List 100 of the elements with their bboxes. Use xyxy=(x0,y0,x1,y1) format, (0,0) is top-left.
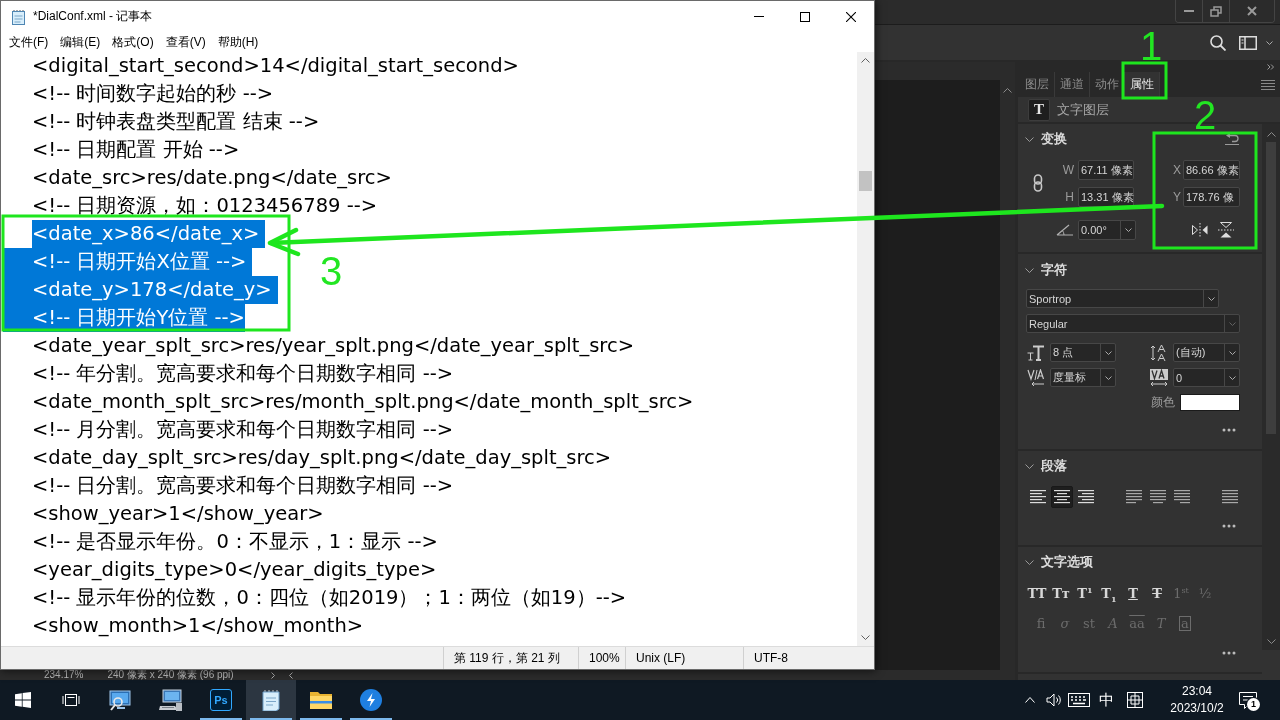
text-style-button[interactable]: T xyxy=(1121,582,1145,604)
minimize-icon xyxy=(1184,10,1194,12)
caret-down-icon xyxy=(1228,375,1236,380)
section-title: 文字选项 xyxy=(1041,553,1093,571)
code-line: <date_year_splt_src>res/year_splt.png</date_year_splt_src> xyxy=(32,333,634,359)
height-field[interactable]: 13.31 像素 xyxy=(1078,187,1134,207)
workspace-button[interactable] xyxy=(1239,35,1273,50)
chevron-up-icon xyxy=(1025,697,1035,703)
text-style-button[interactable]: Tᴛ xyxy=(1049,582,1073,604)
caret-up-icon xyxy=(861,58,870,63)
clock-time[interactable]: 23:04 xyxy=(1182,683,1212,700)
minimize-button[interactable] xyxy=(1176,0,1203,22)
more-icon xyxy=(1222,651,1236,655)
annotation-number: 3 xyxy=(320,251,343,291)
align-center-icon xyxy=(1054,490,1070,504)
color-swatch-icon[interactable] xyxy=(1180,393,1240,411)
keyboard-icon xyxy=(1068,693,1090,707)
align-justify-all-icon xyxy=(1222,490,1238,504)
align-right-icon xyxy=(1078,490,1094,504)
caret-down-icon xyxy=(1124,227,1132,232)
flip-vertical-icon xyxy=(1218,220,1234,239)
more-icon xyxy=(1222,524,1236,528)
close-icon xyxy=(1247,6,1257,16)
reset-icon xyxy=(1224,133,1240,145)
field-label: H xyxy=(1064,190,1075,204)
panel-layout-icon xyxy=(1239,35,1257,50)
search-icon xyxy=(1210,34,1226,51)
code-line: <show_month>1</show_month> xyxy=(32,613,364,639)
align-left-icon xyxy=(1030,490,1046,504)
reset-button[interactable] xyxy=(1224,133,1240,145)
panel-tab[interactable]: 属性 xyxy=(1125,72,1160,97)
code-line: <!-- 日分割。宽高要求和每个日期数字相同 --> xyxy=(32,473,454,499)
line-ending: Unix (LF) xyxy=(636,651,686,665)
link-icon xyxy=(1033,174,1043,192)
code-line: <!-- 时间数字起始的秒 --> xyxy=(32,81,274,107)
speaker-icon xyxy=(1046,693,1062,707)
width-field[interactable]: 67.11 像素 xyxy=(1078,160,1134,180)
font-style-dropdown[interactable]: Regular xyxy=(1026,314,1240,333)
section-title: 段落 xyxy=(1041,457,1067,475)
align-justify-right-icon xyxy=(1174,490,1190,504)
text-style-button[interactable]: T$_{1}$ xyxy=(1097,582,1121,604)
zoom-level: 100% xyxy=(589,651,620,665)
caret-down-icon xyxy=(1266,639,1276,644)
rotation-dropdown[interactable]: 0.00° xyxy=(1078,219,1136,240)
lightning-icon xyxy=(360,689,382,711)
clock-date[interactable]: 2023/10/2 xyxy=(1170,700,1224,717)
code-line: <!-- 日期资源，如：0123456789 --> xyxy=(32,193,378,219)
field-label: Y xyxy=(1172,190,1182,204)
caret-down-icon xyxy=(1104,375,1112,380)
folder-icon xyxy=(310,691,332,709)
code-line: <date_day_splt_src>res/day_splt.png</date_day_splt_src> xyxy=(32,445,612,471)
input-method-button[interactable]: 中 xyxy=(1092,680,1120,720)
code-line: <year_digits_type>0</year_digits_type> xyxy=(32,557,437,583)
notepad-icon xyxy=(10,8,26,25)
flip-horizontal-icon xyxy=(1191,222,1209,237)
x-position-field[interactable]: 86.66 像素 xyxy=(1183,160,1240,180)
cursor-position: 第 119 行，第 21 列 xyxy=(454,649,560,667)
menu-item[interactable]: 帮助(H) xyxy=(211,31,265,53)
tracking-dropdown[interactable]: 0 xyxy=(1173,368,1240,387)
layer-type: 文字图层 xyxy=(1057,100,1109,119)
taskbar-app-button[interactable] xyxy=(246,680,296,720)
search-button[interactable] xyxy=(1210,34,1226,51)
code-line: <!-- 年分割。宽高要求和每个日期数字相同 --> xyxy=(32,361,454,387)
leading-dropdown[interactable]: (自动) xyxy=(1173,343,1240,362)
caret-down-icon xyxy=(1228,350,1236,355)
y-position-field[interactable]: 178.76 像 xyxy=(1183,187,1240,207)
kerning-dropdown[interactable]: 度量标 xyxy=(1050,368,1116,387)
align-justify-center-icon xyxy=(1150,490,1166,504)
menu-item[interactable]: 编辑(E) xyxy=(54,31,107,53)
notification-icon xyxy=(1239,691,1257,709)
font-size-dropdown[interactable]: 8 点 xyxy=(1050,343,1116,362)
text-style-button[interactable]: T$^{1}$ xyxy=(1073,582,1097,604)
align-button[interactable] xyxy=(1051,486,1073,508)
notification-badge: 1 xyxy=(1247,698,1260,711)
document-size: 240 像素 x 240 像素 (96 ppi) xyxy=(107,670,234,680)
menu-item[interactable]: 格式(O) xyxy=(106,31,160,53)
align-justify-left-icon xyxy=(1126,490,1142,504)
leading-icon xyxy=(1151,343,1167,362)
code-line: <!-- 显示年份的位数，0：四位（如2019）；1：两位（如19）--> xyxy=(32,585,627,611)
annotation-box xyxy=(1121,61,1168,100)
close-icon xyxy=(846,11,856,22)
caret-down-icon xyxy=(1266,40,1273,45)
field-label: X xyxy=(1172,163,1182,177)
window-title: *DialConf.xml - 记事本 xyxy=(33,8,153,25)
field-label: W xyxy=(1061,163,1075,177)
windows-logo-icon xyxy=(15,692,31,708)
angle-icon xyxy=(1056,223,1074,236)
caret-down-icon xyxy=(861,635,870,640)
maximize-icon xyxy=(800,11,810,22)
scrollbar-thumb[interactable] xyxy=(859,171,872,191)
menu-item[interactable]: 文件(F) xyxy=(3,31,55,53)
caret-down-icon xyxy=(1228,321,1236,326)
text-style-button[interactable]: TT xyxy=(1025,582,1049,604)
caret-up-icon xyxy=(1266,132,1276,137)
annotation-number: 1 xyxy=(1140,26,1163,66)
menu-icon xyxy=(1261,79,1275,90)
font-family-dropdown[interactable]: Sportrop xyxy=(1026,289,1219,308)
text-style-button[interactable]: T xyxy=(1145,582,1169,604)
menu-item[interactable]: 查看(V) xyxy=(159,31,212,53)
caret-down-icon xyxy=(1104,350,1112,355)
